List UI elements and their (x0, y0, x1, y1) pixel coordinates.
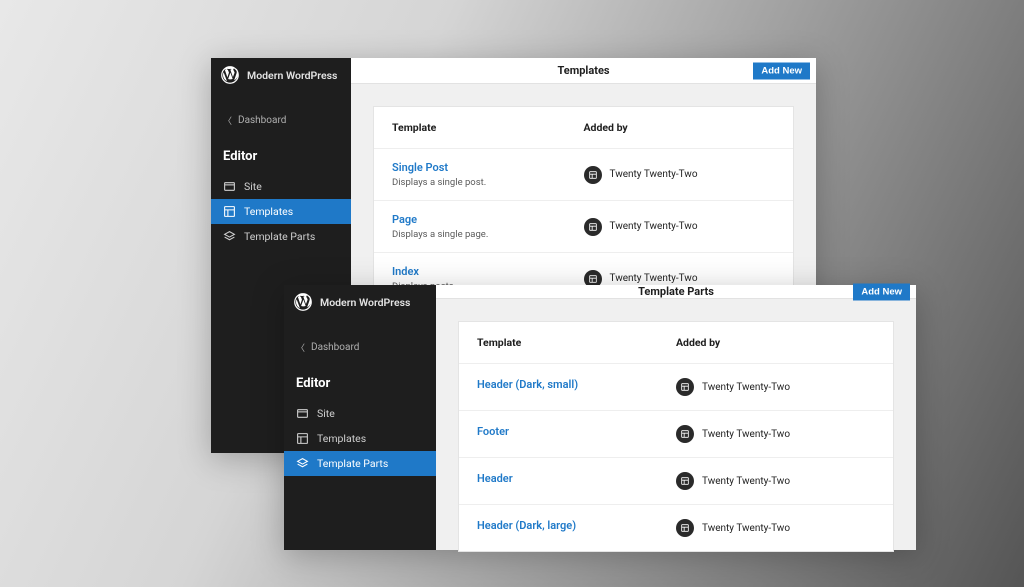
site-name: Modern WordPress (320, 296, 410, 309)
theme-name: Twenty Twenty-Two (702, 429, 790, 440)
browse-icon (296, 407, 309, 420)
col-header-template: Template (477, 336, 676, 349)
theme-name: Twenty Twenty-Two (702, 476, 790, 487)
back-label: Dashboard (311, 342, 359, 353)
add-new-button[interactable]: Add New (753, 62, 810, 79)
theme-name: Twenty Twenty-Two (610, 221, 698, 232)
sidebar: Modern WordPress 〈 Dashboard Editor Site… (284, 285, 436, 550)
wordpress-logo-icon (221, 66, 239, 84)
editor-title: Editor (211, 137, 351, 174)
template-name-link[interactable]: Index (392, 265, 584, 278)
layout-icon (296, 432, 309, 445)
table-row[interactable]: Header (Dark, small) Twenty Twenty-Two (459, 364, 893, 411)
table-row[interactable]: Header (Dark, large) Twenty Twenty-Two (459, 505, 893, 551)
chevron-left-icon: 〈 (223, 114, 232, 127)
back-label: Dashboard (238, 115, 286, 126)
col-header-added: Added by (676, 336, 875, 349)
layout-icon (223, 205, 236, 218)
theme-name: Twenty Twenty-Two (610, 169, 698, 180)
table-row[interactable]: Footer Twenty Twenty-Two (459, 411, 893, 458)
page-title: Template Parts (638, 285, 714, 298)
theme-icon (676, 472, 694, 490)
site-name: Modern WordPress (247, 69, 337, 82)
sidebar-item-label: Template Parts (244, 230, 315, 243)
template-part-name-link[interactable]: Footer (477, 425, 676, 438)
symbol-icon (296, 457, 309, 470)
symbol-icon (223, 230, 236, 243)
table-header: Template Added by (374, 107, 793, 149)
template-desc: Displays a single page. (392, 229, 584, 240)
theme-name: Twenty Twenty-Two (610, 273, 698, 284)
browse-icon (223, 180, 236, 193)
theme-icon (584, 218, 602, 236)
topbar: Template Parts Add New (436, 285, 916, 299)
site-header[interactable]: Modern WordPress (284, 285, 436, 319)
template-part-name-link[interactable]: Header (477, 472, 676, 485)
template-part-name-link[interactable]: Header (Dark, large) (477, 519, 676, 532)
add-new-button[interactable]: Add New (853, 283, 910, 300)
theme-name: Twenty Twenty-Two (702, 382, 790, 393)
sidebar-item-label: Template Parts (317, 457, 388, 470)
table-row[interactable]: Page Displays a single page. Twenty Twen… (374, 201, 793, 253)
theme-icon (676, 378, 694, 396)
window-template-parts: Modern WordPress 〈 Dashboard Editor Site… (284, 285, 916, 550)
sidebar-item-templates[interactable]: Templates (284, 426, 436, 451)
template-part-name-link[interactable]: Header (Dark, small) (477, 378, 676, 391)
sidebar-item-site[interactable]: Site (284, 401, 436, 426)
theme-name: Twenty Twenty-Two (702, 523, 790, 534)
sidebar-item-site[interactable]: Site (211, 174, 351, 199)
table-row[interactable]: Header Twenty Twenty-Two (459, 458, 893, 505)
site-header[interactable]: Modern WordPress (211, 58, 351, 92)
template-name-link[interactable]: Page (392, 213, 584, 226)
wordpress-logo-icon (294, 293, 312, 311)
go-back-dashboard[interactable]: 〈 Dashboard (284, 331, 436, 364)
table-header: Template Added by (459, 322, 893, 364)
chevron-left-icon: 〈 (296, 341, 305, 354)
col-header-added: Added by (584, 121, 776, 134)
sidebar-item-label: Site (244, 180, 262, 193)
sidebar-item-template-parts[interactable]: Template Parts (211, 224, 351, 249)
page-title: Templates (557, 64, 609, 77)
template-desc: Displays a single post. (392, 177, 584, 188)
sidebar-item-label: Templates (317, 432, 366, 445)
template-name-link[interactable]: Single Post (392, 161, 584, 174)
theme-icon (584, 166, 602, 184)
editor-title: Editor (284, 364, 436, 401)
theme-icon (676, 519, 694, 537)
theme-icon (676, 425, 694, 443)
sidebar-item-label: Site (317, 407, 335, 420)
topbar: Templates Add New (351, 58, 816, 84)
templates-table: Template Added by Single Post Displays a… (373, 106, 794, 305)
go-back-dashboard[interactable]: 〈 Dashboard (211, 104, 351, 137)
col-header-template: Template (392, 121, 584, 134)
table-row[interactable]: Single Post Displays a single post. Twen… (374, 149, 793, 201)
content-area: Template Parts Add New Template Added by… (436, 285, 916, 550)
sidebar-item-templates[interactable]: Templates (211, 199, 351, 224)
sidebar-item-label: Templates (244, 205, 293, 218)
sidebar-item-template-parts[interactable]: Template Parts (284, 451, 436, 476)
template-parts-table: Template Added by Header (Dark, small) T… (458, 321, 894, 552)
